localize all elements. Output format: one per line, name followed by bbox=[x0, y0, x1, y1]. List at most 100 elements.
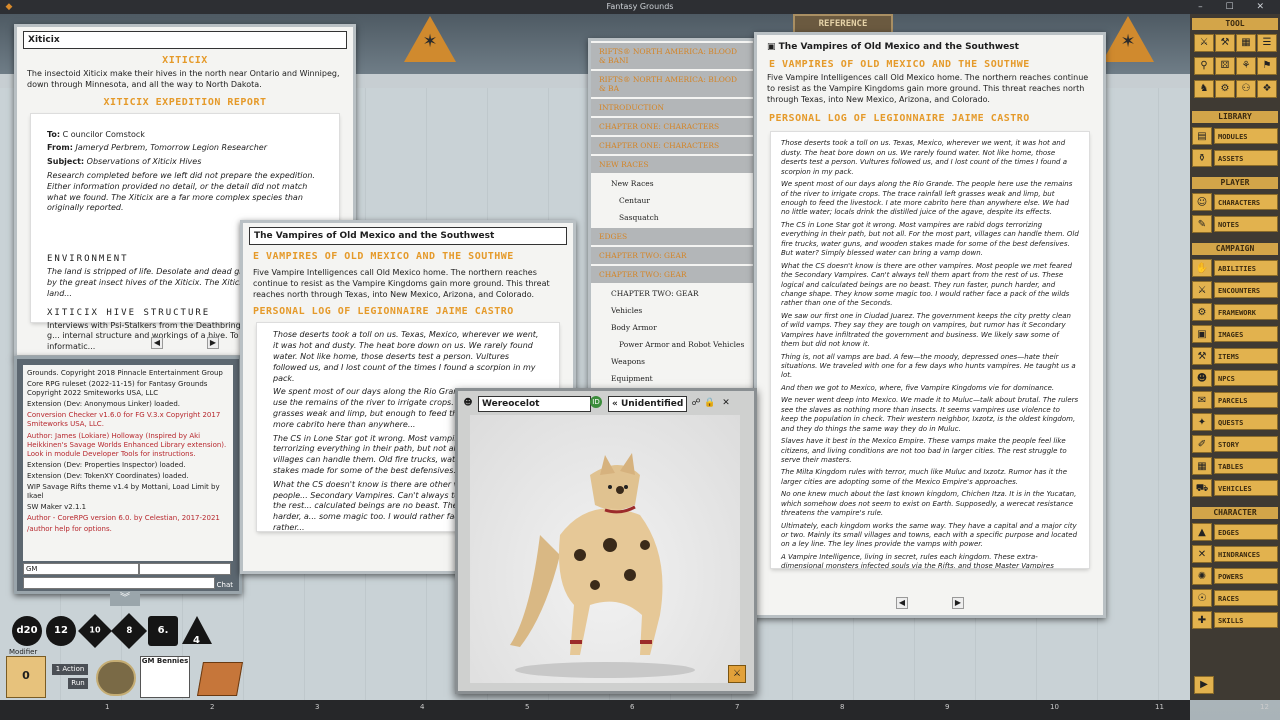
toc-item[interactable]: Weapons bbox=[591, 353, 753, 370]
npc-name-field[interactable]: Wereocelot bbox=[478, 396, 591, 412]
sword-icon[interactable]: ⚔ bbox=[728, 665, 746, 683]
sidebar-item-tables[interactable]: ▦ TABLES bbox=[1192, 457, 1278, 475]
modifier-box[interactable]: Modifier 0 bbox=[6, 648, 46, 698]
play-icon[interactable]: ▶ bbox=[1194, 676, 1214, 694]
toc-item[interactable]: New Races bbox=[591, 175, 753, 192]
sidebar-item-encounters[interactable]: ⚔ ENCOUNTERS bbox=[1192, 281, 1278, 299]
tool-icon[interactable]: ⚘ bbox=[1236, 57, 1256, 75]
toc-item[interactable]: CHAPTER ONE: CHARACTERS bbox=[591, 137, 753, 154]
nonid-name-field[interactable]: « Unidentified bbox=[608, 396, 687, 412]
tool-icon[interactable]: ⚇ bbox=[1236, 80, 1256, 98]
chevron-down-icon[interactable]: ︾ bbox=[110, 592, 140, 606]
toc-item[interactable]: RIFTS® NORTH AMERICA: BLOOD & BA bbox=[591, 71, 753, 97]
tables-icon: ▦ bbox=[1192, 457, 1212, 475]
die-label: 4 bbox=[193, 635, 200, 646]
chat-message: Conversion Checker v1.6.0 for FG V.3.x C… bbox=[27, 411, 221, 429]
log-paragraph: And then we got to Mexico, where, five V… bbox=[781, 383, 1055, 392]
card-deck-icon[interactable] bbox=[197, 662, 243, 696]
parcels-icon: ✉ bbox=[1192, 391, 1212, 409]
toc-item[interactable]: Vehicles bbox=[591, 302, 753, 319]
toc-item[interactable]: CHAPTER ONE: CHARACTERS bbox=[591, 118, 753, 135]
d20-die-icon[interactable]: d20 bbox=[12, 616, 42, 646]
app-title: Fantasy Grounds bbox=[606, 2, 674, 11]
identity-select[interactable]: GM bbox=[23, 563, 139, 575]
toc-item[interactable]: CHAPTER TWO: GEAR bbox=[591, 247, 753, 264]
section-title: E VAMPIRES OF OLD MEXICO AND THE SOUTHWE bbox=[253, 251, 514, 262]
window-controls[interactable]: – ☐ ✕ bbox=[1198, 0, 1274, 14]
action-button[interactable]: 1 Action bbox=[52, 664, 88, 675]
gm-bennies-label: GM Bennies bbox=[141, 657, 189, 665]
tool-icon[interactable]: ⚔ bbox=[1194, 34, 1214, 52]
chat-button[interactable]: Chat bbox=[217, 581, 233, 589]
next-page-button[interactable]: ▶ bbox=[952, 597, 964, 609]
toc-item[interactable]: NEW RACES bbox=[591, 156, 753, 173]
chat-window[interactable]: Grounds. Copyright 2018 Pinnacle Enterta… bbox=[14, 356, 242, 594]
sidebar-item-modules[interactable]: ▤ MODULES bbox=[1192, 127, 1278, 145]
chat-input[interactable] bbox=[23, 577, 215, 589]
bennies-token-icon[interactable] bbox=[96, 660, 136, 696]
die-label: 8 bbox=[126, 625, 132, 636]
sidebar-item-races[interactable]: ☉ RACES bbox=[1192, 589, 1278, 607]
toc-item[interactable]: RIFTS® NORTH AMERICA: BLOOD & BANI bbox=[591, 43, 753, 69]
prev-page-button[interactable]: ◀ bbox=[151, 337, 163, 349]
sidebar-item-parcels[interactable]: ✉ PARCELS bbox=[1192, 391, 1278, 409]
d12-die-icon[interactable]: 12 bbox=[46, 616, 76, 646]
toc-item[interactable]: INTRODUCTION bbox=[591, 99, 753, 116]
tool-icon[interactable]: ♞ bbox=[1194, 80, 1214, 98]
modifier-value[interactable]: 0 bbox=[7, 669, 45, 682]
sidebar-item-framework[interactable]: ⚙ FRAMEWORK bbox=[1192, 303, 1278, 321]
sidebar-item-abilities[interactable]: ✋ ABILITIES bbox=[1192, 259, 1278, 277]
toc-item[interactable]: Power Armor and Robot Vehicles bbox=[591, 336, 753, 353]
run-button[interactable]: Run bbox=[68, 678, 88, 689]
reference-window[interactable]: ▣ The Vampires of Old Mexico and the Sou… bbox=[754, 32, 1106, 618]
toc-item[interactable]: Centaur bbox=[591, 192, 753, 209]
sidebar-item-characters[interactable]: ☺ CHARACTERS bbox=[1192, 193, 1278, 211]
prev-page-button[interactable]: ◀ bbox=[896, 597, 908, 609]
sidebar-item-hindrances[interactable]: ✕ HINDRANCES bbox=[1192, 545, 1278, 563]
sidebar-item-npcs[interactable]: ☻ NPCS bbox=[1192, 369, 1278, 387]
sidebar-item-assets[interactable]: ⚱ ASSETS bbox=[1192, 149, 1278, 167]
toc-item[interactable]: EDGES bbox=[591, 228, 753, 245]
tool-icon[interactable]: ⚒ bbox=[1215, 34, 1235, 52]
tool-icon[interactable]: ⚄ bbox=[1215, 57, 1235, 75]
paragraph: Five Vampire Intelligences call Old Mexi… bbox=[767, 73, 1089, 104]
toc-item[interactable]: Body Armor bbox=[591, 319, 753, 336]
log-paragraph: The Milta Kingdom rules with terror, muc… bbox=[781, 468, 1068, 486]
die-label: 6. bbox=[157, 625, 169, 636]
tool-icon[interactable]: ⚑ bbox=[1257, 57, 1277, 75]
tool-icon[interactable]: ⚙ bbox=[1215, 80, 1235, 98]
id-toggle-button[interactable]: ID bbox=[590, 396, 602, 408]
sidebar-item-skills[interactable]: ✚ SKILLS bbox=[1192, 611, 1278, 629]
sidebar-item-items[interactable]: ⚒ ITEMS bbox=[1192, 347, 1278, 365]
sidebar-item-quests[interactable]: ✦ QUESTS bbox=[1192, 413, 1278, 431]
sidebar-item-images[interactable]: ▣ IMAGES bbox=[1192, 325, 1278, 343]
toc-item[interactable]: CHAPTER TWO: GEAR bbox=[591, 285, 753, 302]
tool-icon[interactable]: ☰ bbox=[1257, 34, 1277, 52]
sidebar-item-vehicles[interactable]: ⛟ VEHICLES bbox=[1192, 479, 1278, 497]
share-icon[interactable]: ☍ bbox=[690, 396, 702, 410]
gm-bennies-box[interactable]: GM Bennies bbox=[140, 656, 190, 698]
next-page-button[interactable]: ▶ bbox=[207, 337, 219, 349]
tool-icon[interactable]: ❖ bbox=[1257, 80, 1277, 98]
reference-tab[interactable]: REFERENCE bbox=[793, 14, 893, 34]
toc-item[interactable]: Sasquatch bbox=[591, 209, 753, 226]
close-icon[interactable]: ✕ bbox=[720, 396, 732, 410]
chat-log[interactable]: Grounds. Copyright 2018 Pinnacle Enterta… bbox=[23, 365, 233, 561]
paragraph: Five Vampire Intelligences call Old Mexi… bbox=[253, 268, 550, 299]
toc-item[interactable]: Equipment bbox=[591, 370, 753, 387]
sidebar-item-notes[interactable]: ✎ NOTES bbox=[1192, 215, 1278, 233]
npc-window[interactable]: ☻ Wereocelot ID « Unidentified ☍ 🔒 ✕ ⚔ bbox=[455, 388, 757, 694]
initiative-bar[interactable]: 1 2 3 4 5 6 7 8 9 10 11 12 bbox=[0, 700, 1269, 720]
lock-icon[interactable]: 🔒 bbox=[704, 396, 716, 410]
d6-die-icon[interactable]: 6. bbox=[148, 616, 178, 646]
tool-icon[interactable]: ⚲ bbox=[1194, 57, 1214, 75]
d4-die-icon[interactable]: 4 bbox=[182, 616, 212, 646]
language-select[interactable] bbox=[139, 563, 231, 575]
sidebar-item-story[interactable]: ✐ STORY bbox=[1192, 435, 1278, 453]
npc-token-icon[interactable]: ☻ bbox=[462, 396, 474, 410]
sidebar-item-edges[interactable]: ▲ EDGES bbox=[1192, 523, 1278, 541]
sidebar-item-powers[interactable]: ✺ POWERS bbox=[1192, 567, 1278, 585]
toc-item[interactable]: CHAPTER TWO: GEAR bbox=[591, 266, 753, 283]
initiative-tick: 3 bbox=[315, 703, 320, 711]
tool-icon[interactable]: ▦ bbox=[1236, 34, 1256, 52]
